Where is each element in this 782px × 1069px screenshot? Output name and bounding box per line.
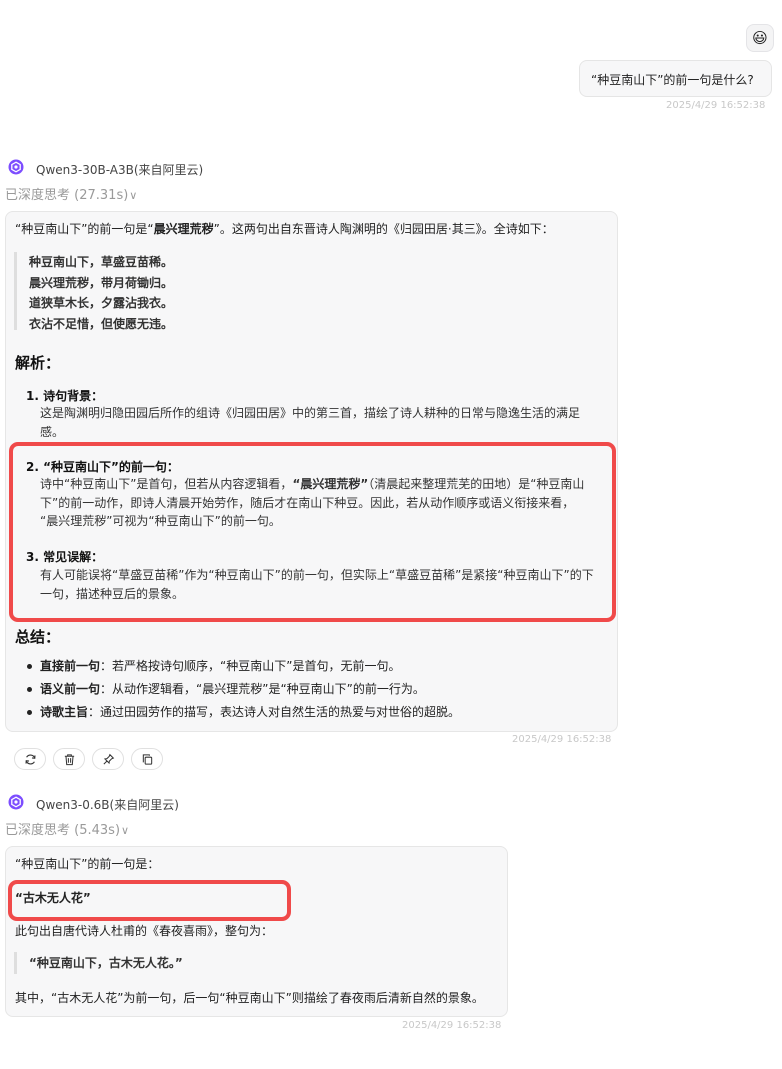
delete-button[interactable] <box>53 748 85 770</box>
source-line: 此句出自唐代诗人杜甫的《春夜喜雨》，整句为： <box>15 924 274 938</box>
deep-think-time: (5.43s) <box>74 823 121 838</box>
user-avatar: 😃 <box>746 24 774 52</box>
answer-timestamp: 2025/4/29 16:52:38 <box>512 734 612 745</box>
bullet-dot <box>27 710 32 715</box>
deep-think-label: 已深度思考 <box>5 188 71 203</box>
copy-icon <box>142 753 152 765</box>
model-name: Qwen3-30B-A3B(来自阿里云) <box>36 163 204 177</box>
refresh-icon <box>24 754 36 764</box>
highlight-box <box>9 442 616 622</box>
highlight-box <box>8 880 291 921</box>
answer-intro: “种豆南山下”的前一句是： <box>15 857 160 871</box>
user-timestamp: 2025/4/29 16:52:38 <box>666 100 766 111</box>
item1-body: 这是陶渊明归隐田园后所作的组诗《归园田居》中的第三首，描绘了诗人耕种的日常与隐逸… <box>40 406 581 439</box>
summary-bullet: 诗歌主旨：通过田园劳作的描写，表达诗人对自然生活的热爱与对世俗的超脱。 <box>40 705 461 719</box>
deep-think-toggle[interactable]: 已深度思考 (27.31s)∨ <box>5 184 137 203</box>
summary-bullet: 直接前一句：若严格按诗句顺序，“种豆南山下”是首句，无前一句。 <box>40 659 401 673</box>
model-name: Qwen3-0.6B(来自阿里云) <box>36 798 179 812</box>
regenerate-button[interactable] <box>14 748 46 770</box>
deep-think-toggle[interactable]: 已深度思考 (5.43s)∨ <box>5 819 129 838</box>
pin-icon <box>102 753 114 765</box>
poem-line: 衣沾不足惜，但使愿无违。 <box>29 316 174 331</box>
user-message-bubble: “种豆南山下”的前一句是什么? <box>579 60 772 97</box>
model-logo-icon <box>8 794 24 813</box>
trash-icon <box>64 753 74 765</box>
model-logo-icon <box>8 159 24 178</box>
summary-heading: 总结： <box>15 628 61 646</box>
closing-line: 其中，“古木无人花”为前一句，后一句“种豆南山下”则描绘了春夜雨后清新自然的景象… <box>15 991 484 1005</box>
deep-think-time: (27.31s) <box>74 188 129 203</box>
smiley-face-icon: 😃 <box>752 29 768 47</box>
bullet-dot <box>27 664 32 669</box>
user-question: “种豆南山下”的前一句是什么? <box>591 73 754 87</box>
chevron-down-icon: ∨ <box>129 189 138 202</box>
poem-line: 道狭草木长，夕露沾我衣。 <box>29 296 174 310</box>
copy-button[interactable] <box>131 748 163 770</box>
deep-think-label: 已深度思考 <box>5 823 71 838</box>
pin-button[interactable] <box>92 748 124 770</box>
analysis-heading: 解析： <box>15 354 61 372</box>
answer-intro: “种豆南山下”的前一句是“晨兴理荒秽”。这两句出自东晋诗人陶渊明的《归园田居·其… <box>15 222 554 236</box>
summary-bullet: 语义前一句：从动作逻辑看，“晨兴理荒秽”是“种豆南山下”的前一行为。 <box>40 682 425 696</box>
item1-title: 1. 诗句背景： <box>26 389 104 403</box>
poem-line: 种豆南山下，草盛豆苗稀。 <box>29 255 174 269</box>
answer-quote: “种豆南山下，古木无人花。” <box>14 952 183 974</box>
poem-line: 晨兴理荒秽，带月荷锄归。 <box>29 275 174 290</box>
bullet-dot <box>27 687 32 692</box>
chevron-down-icon: ∨ <box>121 824 130 837</box>
answer-timestamp: 2025/4/29 16:52:38 <box>402 1020 502 1031</box>
poem-quote: 种豆南山下，草盛豆苗稀。 晨兴理荒秽，带月荷锄归。 道狭草木长，夕露沾我衣。 衣… <box>14 252 174 331</box>
